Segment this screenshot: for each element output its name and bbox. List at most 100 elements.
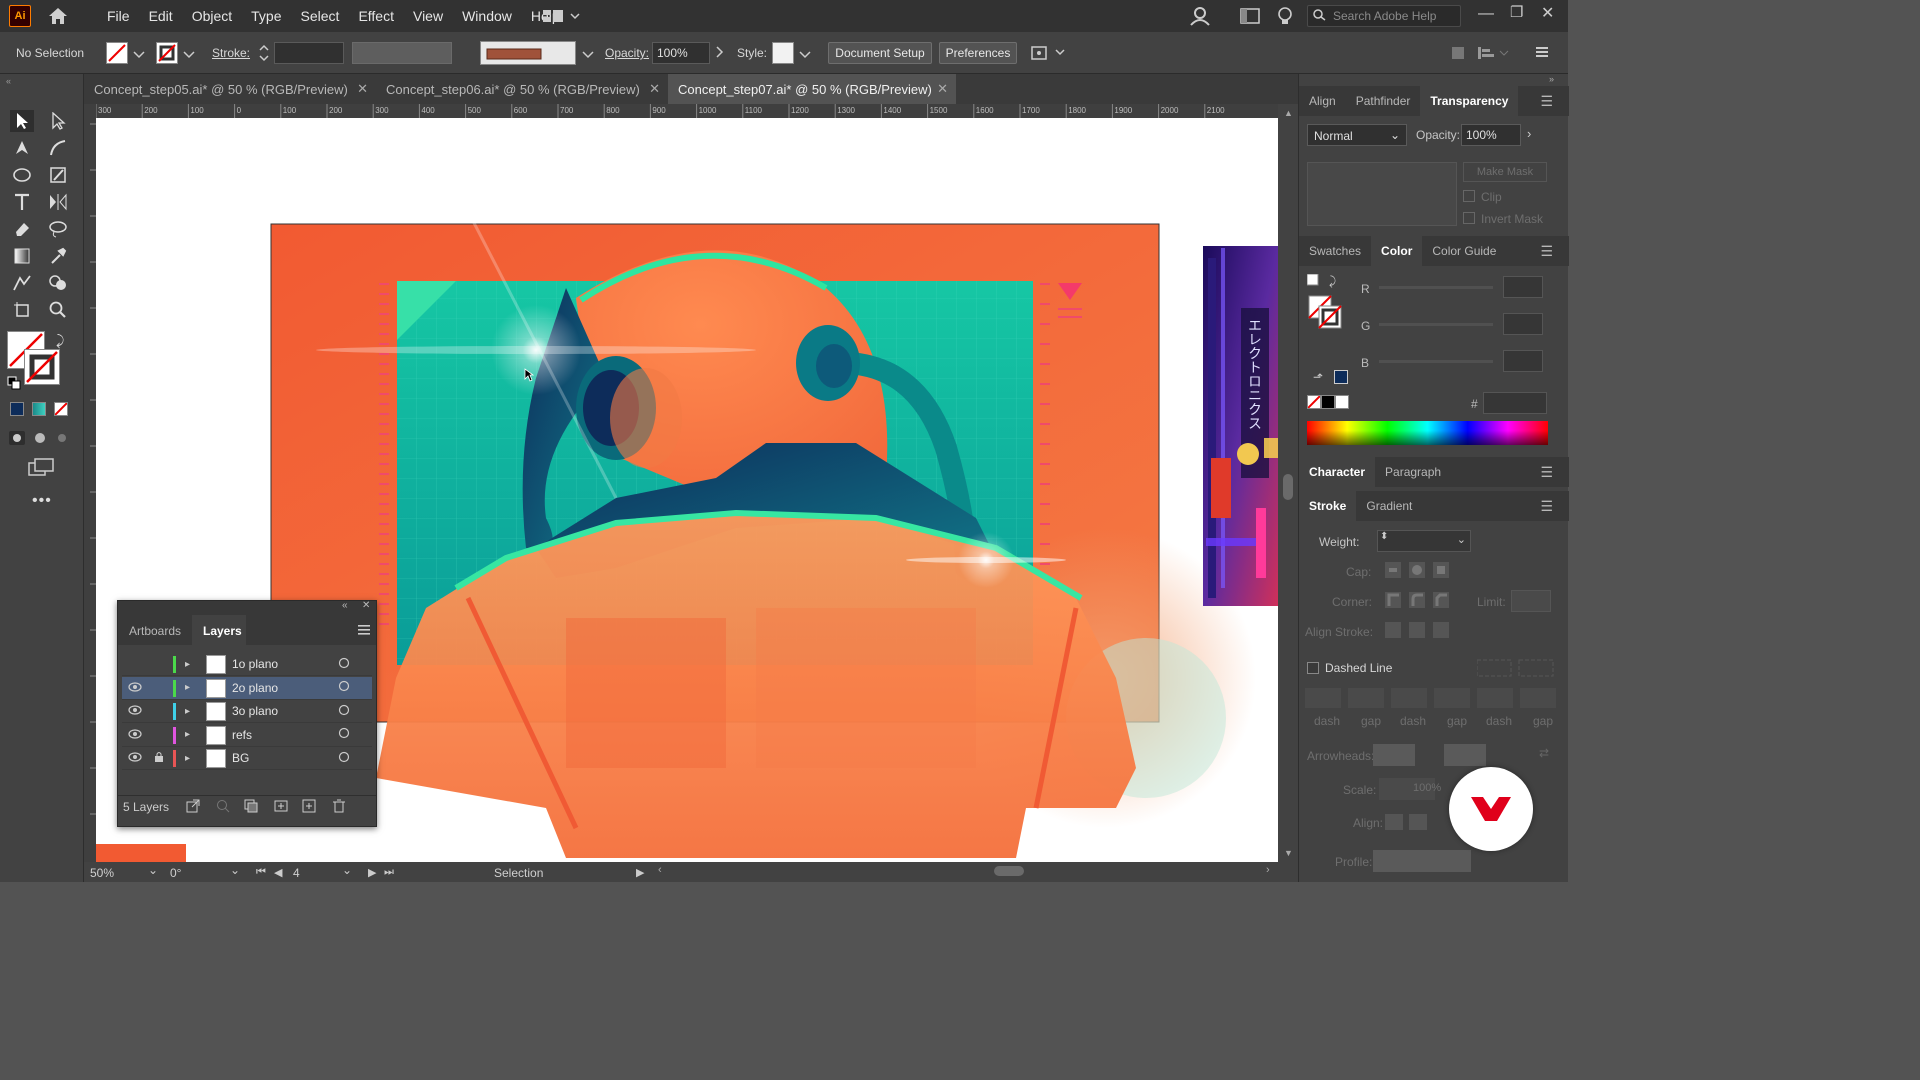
dash-gap-fields[interactable]	[1305, 686, 1561, 713]
tab-color[interactable]: Color	[1371, 236, 1423, 266]
close-window-icon[interactable]: ✕	[1541, 3, 1554, 23]
none-swatch[interactable]	[1307, 395, 1321, 409]
first-artboard-icon[interactable]: ⏮	[256, 866, 266, 879]
target-icon[interactable]	[338, 704, 350, 719]
menu-view[interactable]: View	[413, 8, 443, 24]
visibility-eye-icon[interactable]	[128, 751, 142, 765]
collapse-dock-icon[interactable]: »	[1549, 74, 1554, 84]
opacity-expand-icon[interactable]: ›	[1527, 126, 1531, 141]
home-icon[interactable]	[47, 5, 69, 27]
lightbulb-icon[interactable]	[1276, 6, 1294, 29]
eraser-tool-icon[interactable]	[10, 218, 34, 240]
target-icon[interactable]	[338, 680, 350, 695]
next-artboard-icon[interactable]: ▶	[368, 866, 376, 879]
opacity-label[interactable]: Opacity:	[605, 46, 649, 60]
tab-gradient[interactable]: Gradient	[1356, 499, 1422, 513]
layers-panel-titlebar[interactable]: « ✕	[118, 600, 376, 615]
stroke-dropdown-icon[interactable]	[183, 48, 195, 62]
stepper-icon[interactable]: ⬍	[1380, 531, 1388, 542]
close-tab-icon[interactable]: ✕	[357, 81, 368, 97]
profile-select[interactable]	[1373, 850, 1471, 872]
variable-width-profile[interactable]	[352, 42, 452, 64]
menu-object[interactable]: Object	[192, 8, 232, 24]
expand-chevron-icon[interactable]: ▸	[185, 706, 190, 717]
expand-chevron-icon[interactable]: ▸	[185, 753, 190, 764]
stroke-indicator[interactable]	[24, 349, 60, 385]
shape-builder-tool-icon[interactable]	[46, 272, 70, 294]
draw-normal-icon[interactable]	[9, 431, 73, 448]
type-tool-icon[interactable]	[10, 191, 34, 213]
collapse-panel-icon[interactable]: «	[342, 600, 348, 611]
collapse-toolbar-icon[interactable]: «	[6, 76, 11, 86]
target-icon[interactable]	[338, 751, 350, 766]
eyedropper-tool-icon[interactable]	[46, 245, 70, 267]
channel-g-slider[interactable]	[1379, 323, 1493, 326]
tab-stroke[interactable]: Stroke	[1299, 491, 1357, 521]
document-setup-button[interactable]: Document Setup	[828, 42, 932, 64]
hex-field[interactable]	[1483, 392, 1547, 414]
stroke-swatch[interactable]	[156, 42, 178, 64]
weight-field[interactable]: ⬍ ⌄	[1377, 530, 1471, 552]
edit-toolbar-icon[interactable]: •••	[32, 492, 52, 510]
screen-mode-icon[interactable]	[28, 458, 54, 479]
zoom-dropdown-icon[interactable]: ⌄	[148, 863, 158, 877]
channel-g-field[interactable]	[1503, 313, 1543, 335]
blend-tool-icon[interactable]	[10, 272, 34, 294]
brush-dropdown-icon[interactable]	[582, 48, 594, 62]
fill-swatch[interactable]	[106, 42, 128, 64]
tab-concept-step06[interactable]: Concept_step06.ai* @ 50 % (RGB/Preview) …	[376, 74, 668, 104]
ellipse-tool-icon[interactable]	[10, 164, 34, 186]
corner-buttons[interactable]	[1385, 590, 1449, 613]
selection-tool-icon[interactable]	[10, 110, 34, 132]
user-icon[interactable]	[1189, 5, 1213, 30]
arrowhead-start-select[interactable]	[1373, 744, 1415, 766]
export-icon[interactable]	[186, 799, 200, 816]
layer-row[interactable]: ▸ 3o plano	[122, 700, 372, 723]
scroll-right-icon[interactable]: ›	[1266, 864, 1270, 876]
zoom-tool-icon[interactable]	[46, 299, 70, 321]
layer-row[interactable]: ▸ 2o plano	[122, 676, 372, 700]
cap-buttons[interactable]	[1385, 560, 1449, 583]
stroke-weight-stepper-icon[interactable]	[258, 42, 270, 67]
swap-fill-stroke-icon[interactable]: ⤸	[56, 332, 64, 349]
puppet-warp-icon[interactable]	[1030, 43, 1066, 66]
target-icon[interactable]	[338, 727, 350, 742]
menu-select[interactable]: Select	[301, 8, 340, 24]
layer-row[interactable]: ▸ 1o plano	[122, 653, 372, 676]
out-of-gamut-icon[interactable]: ⬏	[1313, 370, 1323, 384]
status-menu-icon[interactable]: ▶	[636, 866, 644, 879]
default-fill-stroke-icon[interactable]	[7, 376, 21, 393]
clip-checkbox[interactable]	[1463, 190, 1475, 202]
tab-artboards[interactable]: Artboards	[129, 624, 181, 638]
gradient-tool-icon[interactable]	[10, 245, 34, 267]
opacity-expand-icon[interactable]	[715, 46, 725, 61]
color-fill-stroke-widget[interactable]	[1306, 273, 1343, 333]
close-tab-icon[interactable]: ✕	[649, 81, 660, 97]
artboard-number[interactable]: 4	[293, 866, 300, 880]
locate-object-icon[interactable]	[216, 799, 230, 816]
black-swatch[interactable]	[1321, 395, 1335, 409]
minimize-window-icon[interactable]: —	[1478, 5, 1494, 23]
horizontal-scrollbar[interactable]: ‹ ›	[658, 864, 1270, 878]
close-panel-icon[interactable]: ✕	[362, 600, 370, 611]
new-layer-icon[interactable]	[302, 799, 316, 816]
artboard-tool-icon[interactable]	[10, 299, 34, 321]
previous-artboard-icon[interactable]: ◀	[274, 866, 282, 879]
direct-selection-tool-icon[interactable]	[46, 110, 70, 132]
arrowhead-end-select[interactable]	[1444, 744, 1486, 766]
layer-row[interactable]: ▸ BG	[122, 747, 372, 770]
tab-align[interactable]: Align	[1299, 94, 1346, 108]
swap-icon[interactable]: ⤸	[1329, 274, 1336, 289]
scale-field[interactable]: 100%	[1379, 778, 1441, 800]
tab-swatches[interactable]: Swatches	[1299, 244, 1371, 258]
dash-align-buttons[interactable]	[1476, 658, 1557, 681]
panel-menu-icon[interactable]: ☰	[1530, 498, 1563, 515]
channel-r-slider[interactable]	[1379, 286, 1493, 289]
workspace-switcher-icon[interactable]	[543, 8, 581, 27]
last-artboard-icon[interactable]: ⏭	[384, 866, 394, 879]
swap-arrowheads-icon[interactable]: ⇄	[1539, 746, 1549, 760]
vertical-ruler[interactable]	[84, 104, 96, 864]
visibility-eye-icon[interactable]	[128, 728, 142, 742]
align-icon[interactable]	[1450, 44, 1510, 65]
fill-dropdown-icon[interactable]	[133, 48, 145, 62]
